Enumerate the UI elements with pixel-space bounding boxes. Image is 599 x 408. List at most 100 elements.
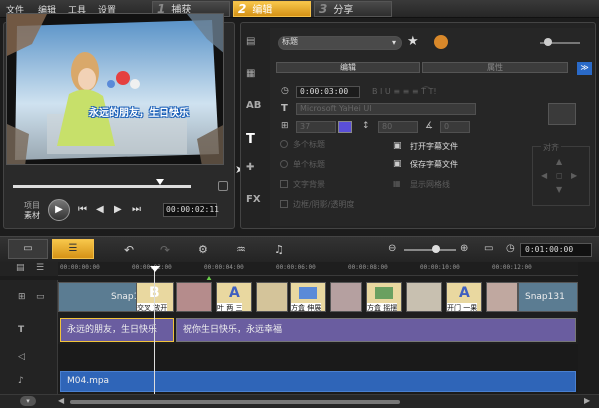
next-frame-icon[interactable]: ▶: [114, 204, 122, 215]
tab-edit[interactable]: 编辑: [276, 62, 420, 73]
clock-icon: ◷: [281, 86, 289, 96]
text-ab-icon[interactable]: AB: [246, 100, 264, 114]
horizontal-scrollbar[interactable]: [70, 400, 400, 404]
text-background-label: 文字背景: [293, 180, 325, 189]
video-clip[interactable]: [406, 282, 442, 312]
title-type-select[interactable]: 标题: [278, 36, 402, 50]
title-track-header: T: [0, 316, 58, 344]
title-track-icon[interactable]: T: [18, 325, 24, 335]
previous-frame-icon[interactable]: ◀: [96, 204, 104, 215]
scrubber-handle[interactable]: [156, 179, 164, 185]
smart-proxy-icon[interactable]: ⚙: [198, 243, 208, 256]
music-clip[interactable]: M04.mpa: [60, 371, 576, 392]
scroll-left-icon[interactable]: ◀: [58, 396, 64, 405]
size-slider-handle[interactable]: [544, 38, 552, 46]
step-edit[interactable]: 2 编辑: [233, 1, 311, 17]
title-track: 永远的朋友，生日快乐 祝你生日快乐，永远幸福: [58, 316, 578, 344]
playhead-handle[interactable]: [150, 266, 160, 272]
preview-overlay-text[interactable]: 永远的朋友，生日快乐: [89, 104, 189, 119]
track-manager-icon[interactable]: ▤: [16, 263, 25, 273]
open-subtitle-button[interactable]: 打开字幕文件: [410, 141, 458, 152]
preview-timecode[interactable]: 00:00:02:11: [163, 203, 219, 217]
video-track: Snap1 B交叉 放开 A叶 两 三 方盒 伸展 方盒 摇摆 A开门 一果 S…: [58, 280, 578, 316]
multi-title-radio[interactable]: [280, 140, 288, 148]
go-to-end-icon[interactable]: ⏭: [132, 204, 141, 215]
angle-icon: ∡: [425, 121, 434, 131]
video-clip[interactable]: [486, 282, 518, 312]
show-grid-button[interactable]: 显示网格线: [410, 179, 450, 190]
transition-clip[interactable]: 方盒 伸展: [290, 282, 326, 312]
tab-attributes[interactable]: 属性: [422, 62, 568, 73]
storyboard-view-button[interactable]: ▭: [8, 239, 48, 259]
border-shadow-label: 边框/阴影/透明度: [293, 200, 355, 209]
zoom-out-icon[interactable]: ⊖: [388, 243, 396, 254]
align-bottom-icon[interactable]: ▼: [556, 185, 562, 194]
library-side-icons: ▤ ▦ AB T ✚ FX: [242, 28, 268, 228]
alignment-grid: 对齐 ▲ ◀ ◻ ▶ ▼: [532, 142, 590, 206]
enlarge-preview-icon[interactable]: [218, 181, 228, 191]
collapse-icon[interactable]: ▾: [20, 396, 36, 406]
transition-clip[interactable]: A 开门 一果: [446, 282, 482, 312]
duration-clock-icon: ◷: [506, 243, 515, 254]
media-library-icon[interactable]: ▤: [246, 36, 264, 50]
align-right-icon[interactable]: ▶: [571, 171, 577, 180]
mode-clip-label[interactable]: 素材: [24, 210, 40, 221]
transition-icon[interactable]: ▦: [246, 68, 264, 82]
get-more-icon[interactable]: [434, 35, 448, 49]
video-clip[interactable]: Snap131: [518, 282, 578, 312]
video-clip[interactable]: [176, 282, 212, 312]
video-clip[interactable]: [330, 282, 362, 312]
zoom-slider[interactable]: [404, 249, 456, 251]
zoom-in-icon[interactable]: ⊕: [460, 243, 468, 254]
play-button[interactable]: ▶: [48, 199, 70, 221]
save-subtitle-button[interactable]: 保存字幕文件: [410, 159, 458, 170]
align-center-icon[interactable]: ◻: [556, 171, 563, 180]
font-color-swatch[interactable]: [338, 121, 352, 133]
align-left-icon[interactable]: ◀: [541, 171, 547, 180]
audio-mixer-icon[interactable]: ♒: [236, 243, 246, 256]
font-select[interactable]: Microsoft YaHei UI: [296, 103, 476, 115]
ruler-tick: 00:00:08:00: [348, 264, 388, 271]
transition-clip[interactable]: A叶 两 三: [216, 282, 252, 312]
voice-track-header: ◁: [0, 344, 58, 370]
timeline-view-button[interactable]: ☰: [52, 239, 94, 259]
transition-clip[interactable]: 方盒 摇摆: [366, 282, 402, 312]
transition-clip[interactable]: B交叉 放开: [136, 282, 174, 312]
video-clip[interactable]: [256, 282, 288, 312]
graphics-icon[interactable]: ✚: [246, 162, 264, 176]
filter-fx-icon[interactable]: FX: [246, 194, 264, 208]
playhead-line[interactable]: [154, 270, 155, 394]
title-clip[interactable]: 永远的朋友，生日快乐: [60, 318, 174, 342]
video-track-icon[interactable]: ⊞: [18, 292, 26, 302]
zoom-slider-handle[interactable]: [432, 245, 440, 253]
title-clip[interactable]: 祝你生日快乐，永远幸福: [176, 318, 576, 342]
line-spacing-icon: ↕: [362, 121, 370, 131]
duration-field[interactable]: 0:00:03:00: [296, 86, 360, 98]
timeline-ruler[interactable]: 00:00:00:00 00:00:02:00 00:00:04:00 00:0…: [58, 262, 578, 276]
preview-image: [7, 14, 223, 164]
undo-icon[interactable]: ↶: [124, 243, 134, 257]
music-track: M04.mpa: [58, 370, 578, 394]
font-size-field[interactable]: 37: [296, 121, 336, 133]
fit-project-icon[interactable]: ▭: [484, 243, 493, 254]
music-track-header: ♪: [0, 370, 58, 394]
voice-track-icon[interactable]: ◁: [18, 352, 25, 362]
align-top-icon[interactable]: ▲: [556, 157, 562, 166]
single-title-radio[interactable]: [280, 160, 288, 168]
video-track-lock-icon[interactable]: ▭: [36, 292, 45, 302]
step-share[interactable]: 3 分享: [314, 1, 392, 17]
scroll-right-icon[interactable]: ▶: [584, 396, 590, 405]
auto-music-icon[interactable]: ♫: [274, 243, 284, 256]
border-shadow-icon[interactable]: [280, 200, 288, 208]
line-spacing-field[interactable]: 80: [378, 121, 418, 133]
redo-icon[interactable]: ↷: [160, 243, 170, 257]
go-to-start-icon[interactable]: ⏮: [78, 204, 87, 215]
favorite-star-icon[interactable]: ★: [407, 34, 419, 49]
chapter-icon[interactable]: ☰: [36, 263, 44, 273]
angle-field[interactable]: 0: [440, 121, 470, 133]
expand-options-icon[interactable]: ≫: [577, 62, 592, 75]
title-icon[interactable]: T: [246, 132, 264, 147]
music-track-icon[interactable]: ♪: [18, 376, 24, 386]
text-background-checkbox[interactable]: [280, 180, 288, 188]
preview-scrubber[interactable]: [13, 185, 191, 188]
